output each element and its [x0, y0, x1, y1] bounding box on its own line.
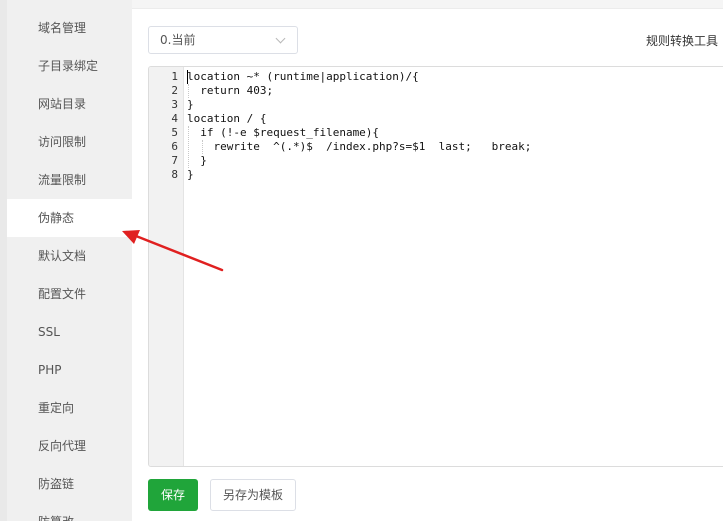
- code-line: }: [187, 154, 207, 167]
- sidebar-item-site-directory[interactable]: 网站目录: [7, 85, 132, 123]
- top-border-strip: [132, 0, 723, 9]
- code-line: }: [187, 98, 194, 111]
- sidebar-item-redirect[interactable]: 重定向: [7, 389, 132, 427]
- sidebar-item-ssl[interactable]: SSL: [7, 313, 132, 351]
- sidebar-item-tamper-protection[interactable]: 防篡改: [7, 503, 132, 521]
- site-settings-panel: 域名管理 子目录绑定 网站目录 访问限制 流量限制 伪静态 默认文档 配置文件 …: [0, 0, 723, 521]
- line-number: 7: [171, 154, 178, 167]
- code-line: return 403;: [187, 84, 274, 97]
- sidebar-item-reverse-proxy[interactable]: 反向代理: [7, 427, 132, 465]
- line-number-gutter: 1 2 3 4 5 6 7 8: [149, 67, 184, 466]
- code-line: location / {: [187, 112, 267, 125]
- sidebar-item-default-document[interactable]: 默认文档: [7, 237, 132, 275]
- sidebar-item-php[interactable]: PHP: [7, 351, 132, 389]
- line-number: 4: [171, 112, 178, 125]
- code-line: location ~* (runtime|application)/{: [187, 70, 419, 83]
- settings-sidebar: 域名管理 子目录绑定 网站目录 访问限制 流量限制 伪静态 默认文档 配置文件 …: [0, 0, 132, 521]
- save-button[interactable]: 保存: [148, 479, 198, 511]
- line-number: 3: [171, 98, 178, 111]
- rule-conversion-tool-link[interactable]: 规则转换工具: [646, 32, 718, 49]
- line-number: 2: [171, 84, 178, 97]
- sidebar-item-subdirectory-binding[interactable]: 子目录绑定: [7, 47, 132, 85]
- sidebar-item-access-restriction[interactable]: 访问限制: [7, 123, 132, 161]
- chevron-down-icon: [275, 33, 286, 44]
- sidebar-item-rewrite[interactable]: 伪静态: [7, 199, 132, 237]
- sidebar-item-traffic-limit[interactable]: 流量限制: [7, 161, 132, 199]
- sidebar-edge: [0, 0, 7, 521]
- select-value: 0.当前: [160, 33, 196, 47]
- sidebar-item-hotlink-protection[interactable]: 防盗链: [7, 465, 132, 503]
- line-number: 1: [171, 70, 178, 83]
- line-number: 6: [171, 140, 178, 153]
- sidebar-item-config-file[interactable]: 配置文件: [7, 275, 132, 313]
- rewrite-code-editor[interactable]: 1 2 3 4 5 6 7 8 location ~* (runtime|app…: [148, 66, 723, 467]
- code-line: if (!-e $request_filename){: [187, 126, 380, 139]
- text-cursor: [187, 70, 188, 84]
- line-number: 5: [171, 126, 178, 139]
- save-as-template-button[interactable]: 另存为模板: [210, 479, 296, 511]
- code-line: rewrite ^(.*)$ /index.php?s=$1 last; bre…: [187, 140, 532, 153]
- sidebar-item-domain-management[interactable]: 域名管理: [7, 9, 132, 47]
- line-number: 8: [171, 168, 178, 181]
- rewrite-template-select[interactable]: 0.当前: [148, 26, 298, 54]
- code-line: }: [187, 168, 194, 181]
